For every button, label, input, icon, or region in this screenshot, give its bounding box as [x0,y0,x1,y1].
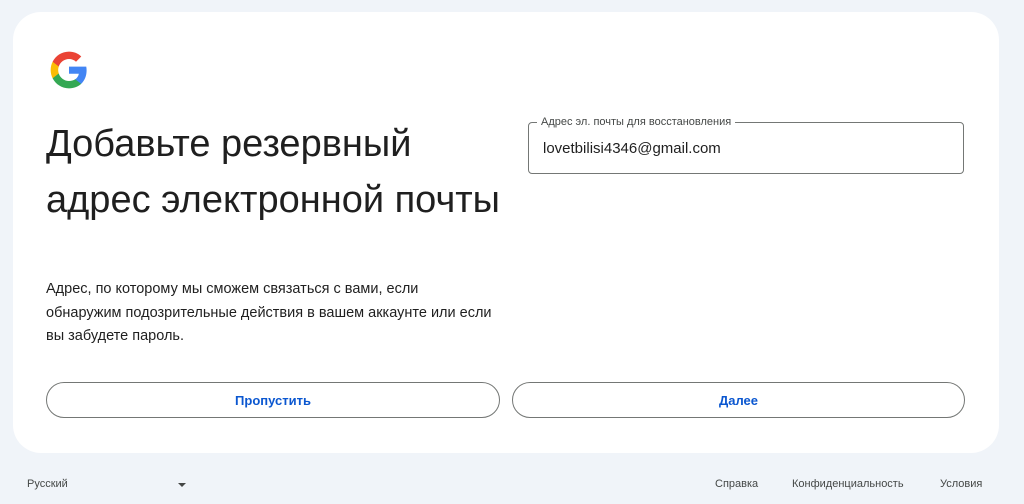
page-title: Добавьте резервный адрес электронной поч… [46,123,500,221]
caret-down-icon [178,483,186,487]
recovery-email-label: Адрес эл. почты для восстановления [537,115,736,129]
terms-link[interactable]: Условия [940,478,982,490]
skip-button[interactable]: Пропустить [46,382,500,418]
recovery-email-input[interactable]: lovetbilisi4346@gmail.com [543,140,721,158]
help-link[interactable]: Справка [715,478,758,490]
privacy-link[interactable]: Конфиденциальность [792,478,904,490]
language-selector[interactable]: Русский [27,478,187,494]
next-button[interactable]: Далее [512,382,965,418]
page-description: Адрес, по которому мы сможем связаться с… [46,281,492,344]
signin-card: Добавьте резервный адрес электронной поч… [13,12,999,453]
language-label: Русский [27,478,68,490]
footer: Русский Справка Конфиденциальность Услов… [0,466,1024,504]
recovery-email-field[interactable]: Адрес эл. почты для восстановления lovet… [528,115,964,174]
google-logo-icon [50,51,87,89]
